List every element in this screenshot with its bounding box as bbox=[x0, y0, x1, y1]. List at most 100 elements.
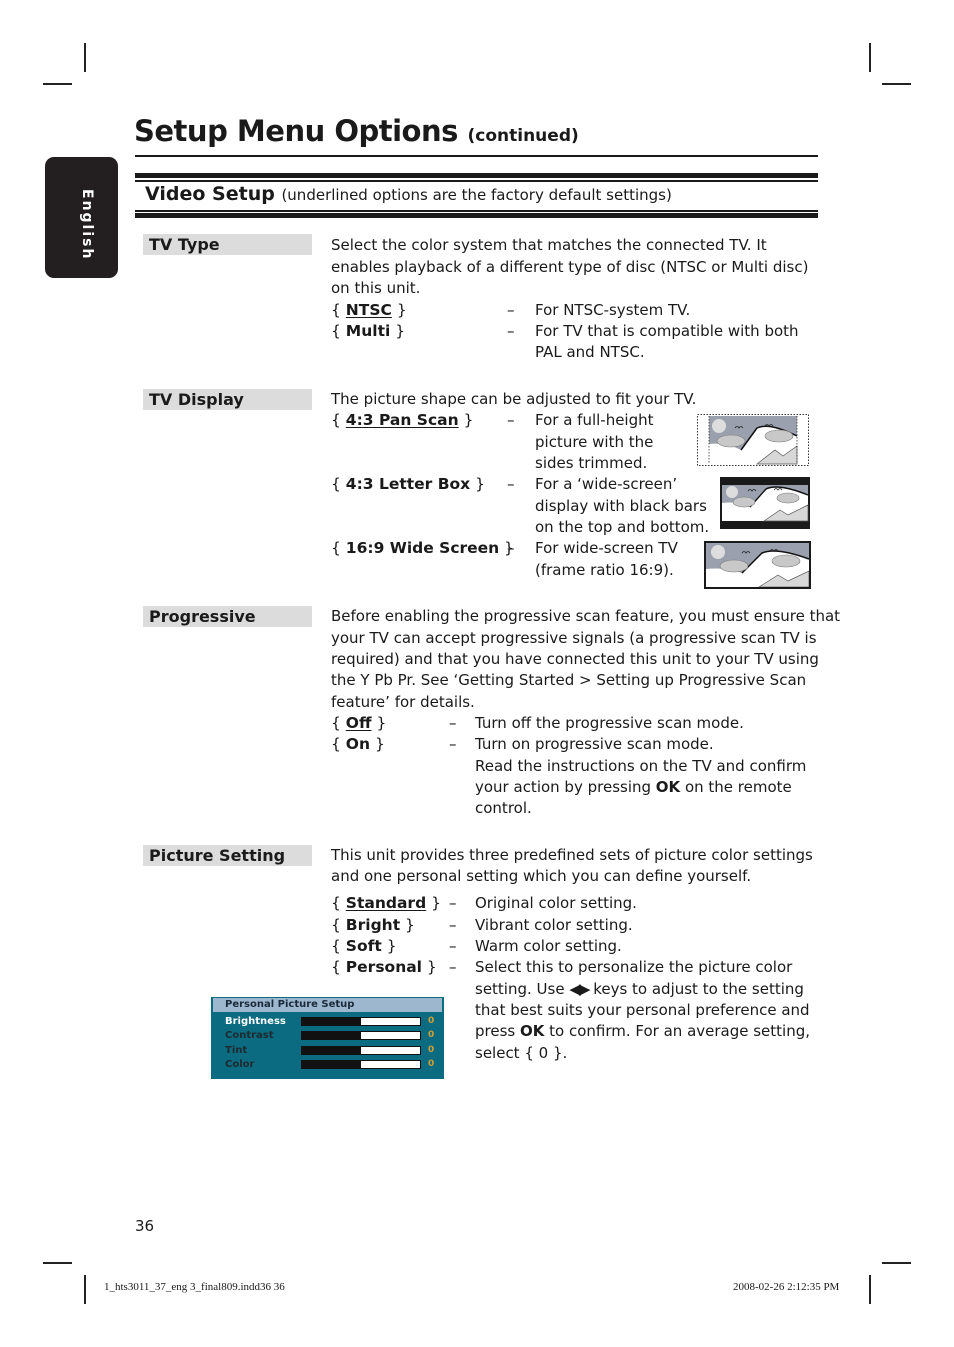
dash: – bbox=[507, 539, 515, 557]
option-multi-label: Multi bbox=[345, 322, 391, 340]
option-off-label: Off bbox=[345, 714, 372, 732]
pps-row-value: 0 bbox=[428, 1016, 435, 1026]
tv-type-desc-1: Select the color system that matches the… bbox=[331, 236, 767, 254]
option-ntsc-desc: For NTSC-system TV. bbox=[535, 301, 691, 319]
option-wide-screen: { 16:9 Wide Screen } bbox=[331, 539, 515, 557]
option-soft-desc: Warm color setting. bbox=[475, 937, 622, 955]
pps-row-color[interactable]: Color 0 bbox=[225, 1058, 440, 1071]
page-title-suffix: (continued) bbox=[467, 126, 579, 146]
option-ntsc: { NTSC } bbox=[331, 301, 407, 319]
personal-picture-setup-panel: Personal Picture Setup Brightness 0 Cont… bbox=[211, 997, 444, 1079]
title-rule bbox=[135, 155, 818, 157]
option-off: { Off } bbox=[331, 714, 387, 732]
ok-key: OK bbox=[655, 778, 681, 796]
crop-mark bbox=[882, 83, 911, 85]
section-rule-bottom-thick bbox=[135, 213, 818, 218]
pan-scan-picture-icon bbox=[697, 414, 809, 466]
option-letter-box-desc-1: For a ‘wide-screen’ bbox=[535, 475, 678, 493]
pps-slider-fill bbox=[302, 1032, 361, 1039]
crop-mark bbox=[43, 83, 72, 85]
option-standard-label: Standard bbox=[345, 894, 427, 912]
option-standard: { Standard } bbox=[331, 894, 441, 912]
text: on the remote bbox=[680, 778, 792, 796]
text: your action by pressing bbox=[475, 778, 656, 796]
option-wide-screen-desc-2: (frame ratio 16:9). bbox=[535, 561, 674, 579]
pps-row-label: Contrast bbox=[225, 1030, 274, 1041]
pps-row-label: Color bbox=[225, 1059, 255, 1070]
pps-slider-fill bbox=[302, 1018, 361, 1025]
pps-row-brightness[interactable]: Brightness 0 bbox=[225, 1015, 440, 1028]
pps-row-value: 0 bbox=[428, 1030, 435, 1040]
picture-setting-desc-1: This unit provides three predefined sets… bbox=[331, 846, 813, 864]
pps-slider[interactable] bbox=[301, 1017, 421, 1026]
language-tab: English bbox=[45, 157, 118, 278]
option-on-desc-2: Read the instructions on the TV and conf… bbox=[475, 757, 807, 775]
dash: – bbox=[449, 735, 457, 753]
progressive-desc-4: the Y Pb Pr. See ‘Getting Started > Sett… bbox=[331, 671, 807, 689]
dash: – bbox=[507, 475, 515, 493]
personal-picture-setup-title: Personal Picture Setup bbox=[213, 998, 442, 1012]
option-on-label: On bbox=[345, 735, 371, 753]
slug-timestamp: 2008-02-26 2:12:35 PM bbox=[733, 1281, 840, 1293]
option-multi: { Multi } bbox=[331, 322, 406, 340]
wide-screen-picture-icon bbox=[704, 541, 811, 589]
dash: – bbox=[449, 916, 457, 934]
section-rule-top-thin bbox=[135, 180, 818, 182]
language-tab-label: English bbox=[79, 189, 95, 261]
dash: – bbox=[449, 714, 457, 732]
letter-box-picture-icon bbox=[720, 477, 810, 529]
dash: – bbox=[449, 958, 457, 976]
option-personal-desc-1: Select this to personalize the picture c… bbox=[475, 958, 793, 976]
crop-mark bbox=[84, 1275, 86, 1304]
option-standard-desc: Original color setting. bbox=[475, 894, 637, 912]
progressive-desc-2: your TV can accept progressive signals (… bbox=[331, 629, 817, 647]
option-personal-label: Personal bbox=[345, 958, 422, 976]
section-rule-bottom-thin bbox=[135, 210, 818, 212]
dash: – bbox=[507, 301, 515, 319]
option-bright-label: Bright bbox=[345, 916, 401, 934]
ok-key: OK bbox=[520, 1022, 545, 1040]
option-personal-desc-5: select { 0 }. bbox=[475, 1044, 568, 1062]
option-letter-box-label: 4:3 Letter Box bbox=[345, 475, 471, 493]
option-bright: { Bright } bbox=[331, 916, 415, 934]
option-letter-box-desc-3: on the top and bottom. bbox=[535, 518, 710, 536]
option-personal-desc-3: that best suits your personal preference… bbox=[475, 1001, 810, 1019]
crop-mark bbox=[84, 43, 86, 72]
section-title: Video Setup (underlined options are the … bbox=[145, 183, 672, 205]
option-soft: { Soft } bbox=[331, 937, 397, 955]
picture-setting-desc-2: and one personal setting which you can d… bbox=[331, 867, 752, 885]
page-title: Setup Menu Options (continued) bbox=[134, 114, 579, 148]
dash: – bbox=[507, 411, 515, 429]
option-pan-scan: { 4:3 Pan Scan } bbox=[331, 411, 474, 429]
crop-mark bbox=[869, 43, 871, 72]
option-letter-box: { 4:3 Letter Box } bbox=[331, 475, 485, 493]
tv-type-label: TV Type bbox=[143, 234, 312, 255]
pps-row-contrast[interactable]: Contrast 0 bbox=[225, 1029, 440, 1042]
option-on-desc-3: your action by pressing OK on the remote bbox=[475, 777, 792, 799]
pps-row-value: 0 bbox=[428, 1045, 435, 1055]
pps-slider[interactable] bbox=[301, 1046, 421, 1055]
pps-row-label: Tint bbox=[225, 1045, 248, 1056]
pps-slider[interactable] bbox=[301, 1060, 421, 1069]
section-rule-top-thick bbox=[135, 173, 818, 178]
text: setting. Use bbox=[475, 980, 570, 998]
section-note: (underlined options are the factory defa… bbox=[281, 186, 672, 204]
picture-setting-label: Picture Setting bbox=[143, 845, 312, 866]
slug-filename: 1_hts3011_37_eng 3_final809.indd36 36 bbox=[104, 1281, 285, 1293]
progressive-desc-3: required) and that you have connected th… bbox=[331, 650, 819, 668]
pps-row-tint[interactable]: Tint 0 bbox=[225, 1044, 440, 1057]
crop-mark bbox=[882, 1262, 911, 1264]
pps-row-label: Brightness bbox=[225, 1016, 286, 1027]
pps-slider-fill bbox=[302, 1047, 361, 1054]
option-letter-box-desc-2: display with black bars bbox=[535, 497, 707, 515]
tv-display-label: TV Display bbox=[143, 389, 312, 410]
option-wide-screen-desc-1: For wide-screen TV bbox=[535, 539, 678, 557]
option-personal-desc-2: setting. Use ◀▶ keys to adjust to the se… bbox=[475, 979, 804, 1001]
option-off-desc: Turn off the progressive scan mode. bbox=[475, 714, 744, 732]
option-personal-desc-4: press OK to confirm. For an average sett… bbox=[475, 1021, 810, 1043]
pps-slider[interactable] bbox=[301, 1031, 421, 1040]
pps-row-value: 0 bbox=[428, 1059, 435, 1069]
text: press bbox=[475, 1022, 520, 1040]
option-wide-screen-label: 16:9 Wide Screen bbox=[345, 539, 500, 557]
option-bright-desc: Vibrant color setting. bbox=[475, 916, 633, 934]
